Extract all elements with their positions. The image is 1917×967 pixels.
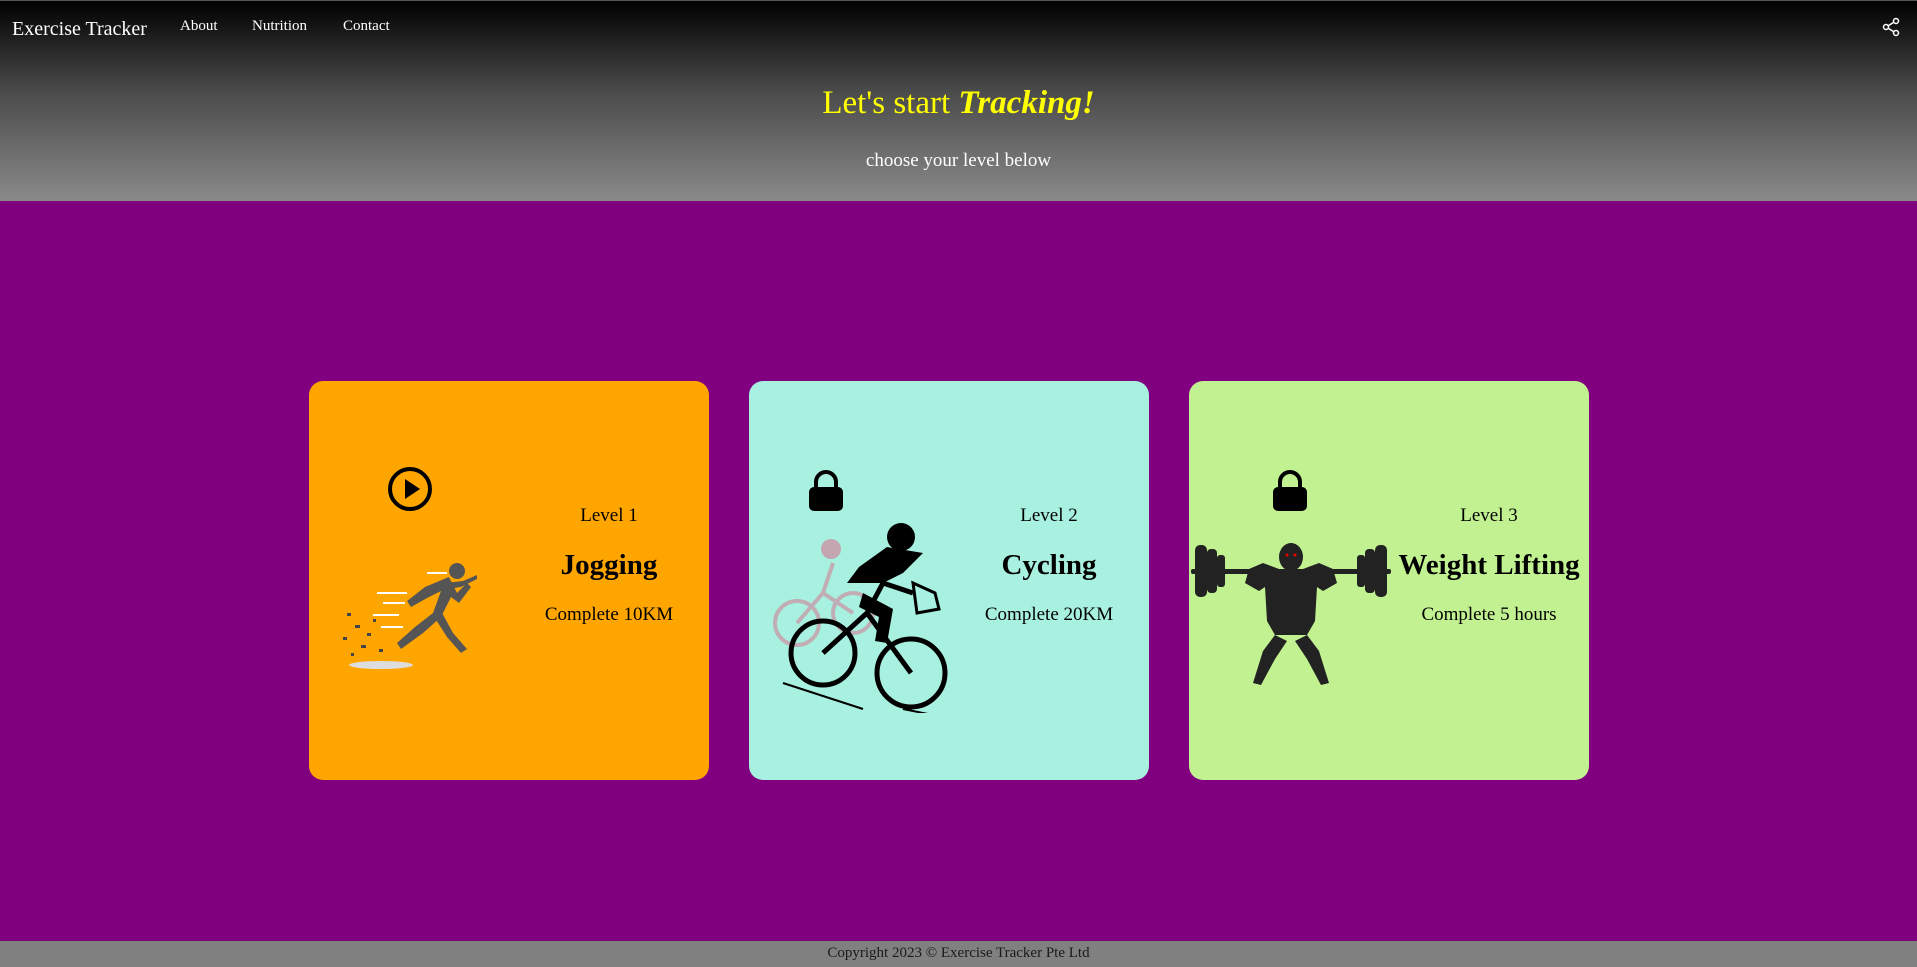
card-goal: Complete 20KM: [984, 604, 1114, 625]
card-goal: Complete 5 hours: [1421, 604, 1557, 625]
card-level: Level 1: [580, 505, 638, 526]
hero-subtitle: choose your level below: [865, 150, 1052, 171]
level-card-cycling[interactable]: Level 2 Cycling Complete 20KM: [749, 381, 1149, 780]
card-title: Weight Lifting: [1398, 549, 1580, 581]
card-level: Level 2: [1020, 505, 1078, 526]
share-icon[interactable]: [1881, 17, 1901, 37]
lock-icon: [1267, 468, 1313, 514]
copyright-text: Copyright 2023 © Exercise Tracker Pte Lt…: [827, 945, 1090, 961]
hero-title-prefix: Let's start: [822, 85, 959, 121]
lock-icon: [803, 468, 849, 514]
card-goal: Complete 10KM: [544, 604, 674, 625]
level-card-jogging[interactable]: Level 1 Jogging Complete 10KM: [309, 381, 709, 780]
hero-title: Let's start Tracking!: [0, 85, 1917, 122]
weightlifter-illustration: [1191, 511, 1391, 696]
card-info: Level 2 Cycling Complete 20KM: [949, 505, 1149, 626]
card-info: Level 1 Jogging Complete 10KM: [509, 505, 709, 626]
card-level: Level 3: [1460, 505, 1518, 526]
card-title: Cycling: [1001, 549, 1097, 581]
brand-link[interactable]: Exercise Tracker: [12, 18, 147, 41]
footer: Copyright 2023 © Exercise Tracker Pte Lt…: [0, 941, 1917, 967]
runner-illustration: [337, 553, 487, 678]
nav-link-nutrition[interactable]: Nutrition: [252, 18, 307, 35]
nav-link-contact[interactable]: Contact: [343, 18, 390, 35]
card-info: Level 3 Weight Lifting Complete 5 hours: [1389, 505, 1589, 626]
play-icon[interactable]: [387, 466, 433, 512]
hero-title-emphasis: Tracking!: [958, 85, 1095, 121]
top-header: Exercise Tracker About Nutrition Contact…: [0, 0, 1917, 201]
level-card-weight-lifting[interactable]: Level 3 Weight Lifting Complete 5 hours: [1189, 381, 1589, 780]
nav-link-about[interactable]: About: [180, 18, 218, 35]
cyclist-illustration: [763, 513, 953, 718]
card-title: Jogging: [560, 549, 658, 581]
